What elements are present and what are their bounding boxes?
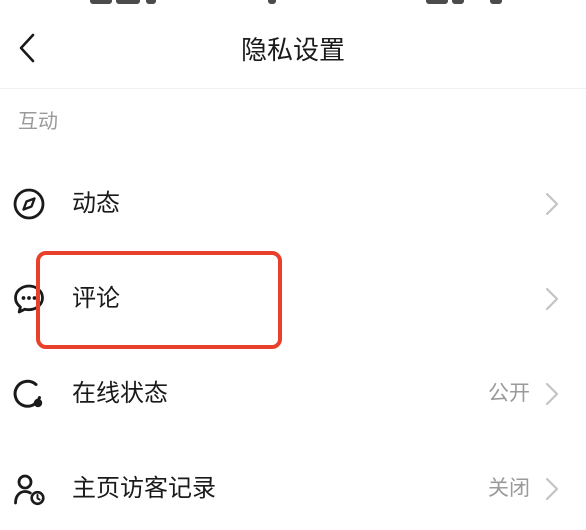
row-label: 主页访客记录: [72, 474, 216, 502]
status-bar-glyph: [490, 0, 502, 4]
row-label: 评论: [72, 284, 120, 312]
chevron-right-icon: [545, 192, 559, 216]
status-bar-glyph: [426, 0, 448, 4]
status-bar-glyph: [146, 0, 156, 4]
chevron-right-icon: [545, 382, 559, 406]
row-label: 在线状态: [72, 379, 168, 407]
section-label-interaction: 互动: [18, 109, 58, 133]
row-label: 动态: [72, 189, 120, 217]
status-bar-glyph: [452, 0, 464, 4]
chevron-right-icon: [545, 477, 559, 501]
status-bar-fragment: [0, 0, 586, 8]
chevron-right-icon: [545, 287, 559, 311]
settings-row-moments[interactable]: 动态: [0, 163, 586, 243]
settings-row-comments[interactable]: 评论: [0, 258, 586, 338]
status-bar-glyph: [116, 0, 140, 4]
settings-row-online-status[interactable]: 在线状态 公开: [0, 353, 586, 433]
compass-icon: [10, 185, 48, 223]
privacy-settings-page: 隐私设置 互动 动态 评论 在线状态 公开 主页访客记录 关闭: [0, 0, 586, 530]
status-bar-glyph: [268, 0, 276, 4]
row-value: 公开: [488, 381, 530, 405]
nav-bar: 隐私设置: [0, 10, 586, 89]
chat-bubble-icon: [10, 280, 48, 318]
online-status-icon: [10, 375, 48, 413]
row-value: 关闭: [488, 476, 530, 500]
status-bar-glyph: [90, 0, 112, 4]
page-title: 隐私设置: [240, 36, 345, 66]
settings-row-visitor-record[interactable]: 主页访客记录 关闭: [0, 448, 586, 528]
visitor-record-icon: [10, 470, 48, 508]
